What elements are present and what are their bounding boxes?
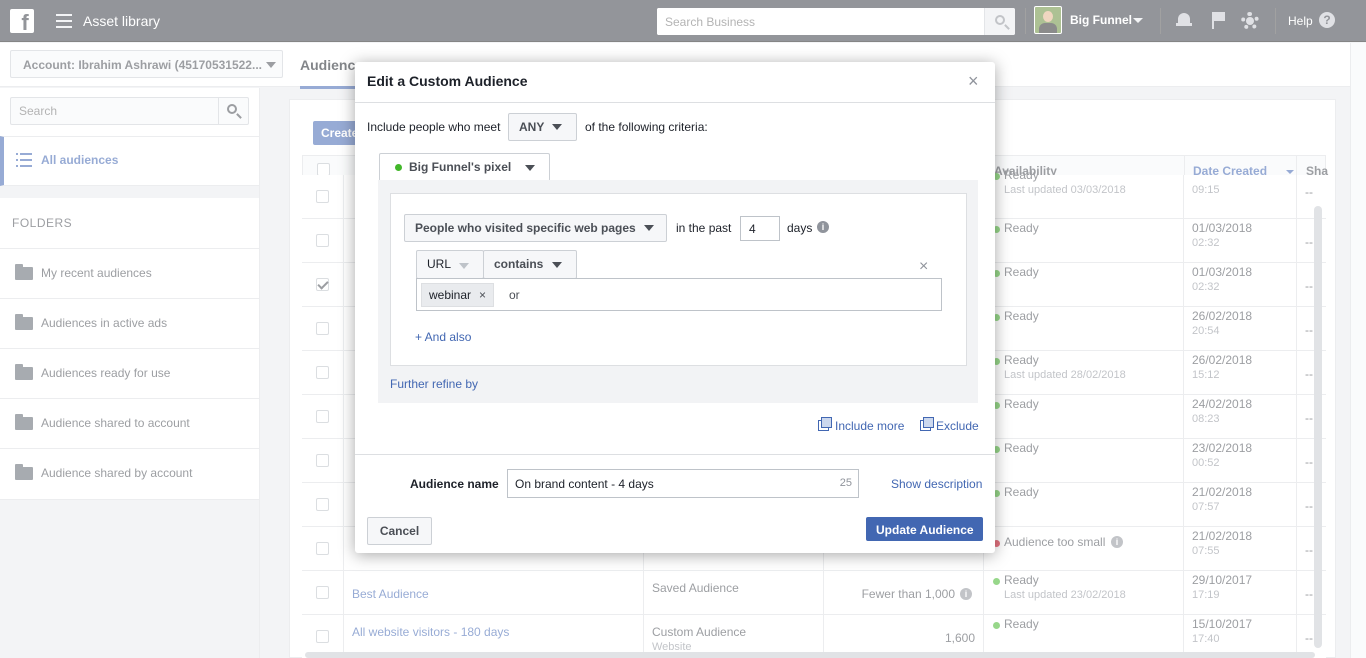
days-text: days (787, 221, 813, 235)
operator-label: contains (494, 257, 544, 271)
chevron-down-icon (459, 263, 469, 269)
or-placeholder: or (509, 288, 520, 302)
close-icon[interactable]: × (968, 71, 979, 92)
operator-dropdown[interactable]: contains (483, 250, 577, 279)
match-any-dropdown[interactable]: ANY (508, 113, 577, 141)
exclude-link[interactable]: Exclude (936, 419, 979, 433)
divider (355, 102, 995, 103)
url-field-dropdown[interactable]: URL (416, 250, 484, 279)
tag-remove-icon[interactable]: × (479, 288, 486, 302)
include-more-icon (818, 417, 832, 431)
chevron-down-icon (552, 262, 562, 268)
update-label: Update Audience (876, 523, 974, 537)
info-icon[interactable]: i (817, 221, 829, 233)
exclude-icon (920, 417, 934, 431)
include-suffix-text: of the following criteria: (585, 120, 708, 134)
include-more-link[interactable]: Include more (835, 419, 904, 433)
keyword-tag[interactable]: webinar × (421, 283, 495, 307)
url-keywords-input[interactable]: webinar × or (416, 278, 942, 311)
chevron-down-icon (552, 124, 562, 130)
pixel-status-dot (395, 164, 402, 171)
update-audience-button[interactable]: Update Audience (866, 517, 983, 541)
further-refine-link[interactable]: Further refine by (390, 377, 478, 391)
edit-custom-audience-dialog: Edit a Custom Audience × Include people … (355, 62, 995, 553)
rule-type-label: People who visited specific web pages (415, 221, 636, 235)
keyword-tag-label: webinar (429, 288, 472, 302)
chevron-down-icon (525, 165, 535, 171)
match-value: ANY (519, 120, 545, 134)
and-also-link[interactable]: + And also (415, 330, 471, 344)
cancel-button[interactable]: Cancel (367, 517, 432, 545)
retention-days-input[interactable]: 4 (740, 216, 780, 241)
dialog-title: Edit a Custom Audience (367, 73, 528, 89)
rule-type-dropdown[interactable]: People who visited specific web pages (404, 214, 667, 242)
pixel-name: Big Funnel's pixel (409, 160, 512, 174)
include-prefix-text: Include people who meet (367, 120, 501, 134)
chevron-down-icon (644, 225, 654, 231)
url-field-label: URL (427, 257, 452, 271)
show-description-link[interactable]: Show description (891, 477, 982, 491)
cancel-label: Cancel (379, 524, 420, 538)
audience-name-value: On brand content - 4 days (515, 477, 654, 491)
retention-days-value: 4 (749, 222, 756, 236)
remove-rule-icon[interactable]: × (919, 258, 928, 276)
char-counter: 25 (839, 477, 852, 489)
audience-name-input[interactable]: On brand content - 4 days 25 (507, 469, 859, 498)
audience-name-label: Audience name (410, 477, 499, 491)
in-the-past-text: in the past (676, 221, 732, 235)
divider (355, 454, 995, 455)
